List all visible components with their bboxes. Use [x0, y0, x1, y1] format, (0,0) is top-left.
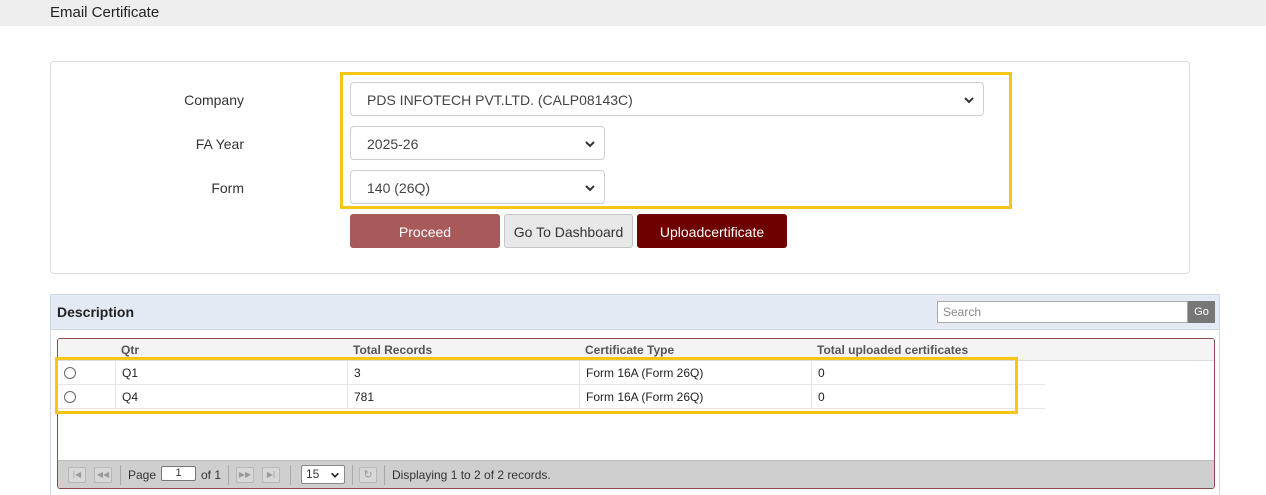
chevron-down-icon	[585, 185, 595, 192]
pager-divider	[228, 465, 229, 485]
cell-uploaded: 0	[811, 361, 1045, 385]
grid-caption: Description	[57, 304, 135, 320]
page-size-select[interactable]: 15	[301, 465, 345, 484]
upload-certificate-button[interactable]: Uploadcertificate	[637, 214, 787, 248]
fa-year-label: FA Year	[195, 136, 244, 152]
fa-year-select[interactable]: 2025-26	[350, 126, 605, 160]
proceed-button[interactable]: Proceed	[350, 214, 500, 248]
cell-qtr: Q1	[115, 361, 347, 385]
title-bar: Email Certificate	[0, 0, 1266, 26]
chevron-down-icon	[331, 472, 339, 478]
pager-divider	[352, 465, 353, 485]
search-go-button[interactable]: Go	[1188, 301, 1215, 323]
cell-uploaded: 0	[811, 385, 1045, 409]
fa-year-select-value: 2025-26	[367, 136, 419, 152]
prev-page-icon[interactable]: ◀◀	[94, 467, 112, 483]
cell-total-records: 3	[347, 361, 579, 385]
company-select-value: PDS INFOTECH PVT.LTD. (CALP08143C)	[367, 92, 633, 108]
go-to-dashboard-button[interactable]: Go To Dashboard	[504, 214, 633, 248]
cell-qtr: Q4	[115, 385, 347, 409]
first-page-icon[interactable]: |◀	[68, 467, 86, 483]
page-label: Page	[128, 468, 157, 482]
search-input[interactable]: Search	[937, 301, 1188, 323]
column-header-qtr[interactable]: Qtr	[121, 343, 139, 357]
company-label: Company	[184, 92, 244, 108]
page-size-value: 15	[306, 467, 320, 481]
chevron-down-icon	[964, 97, 974, 104]
form-label: Form	[211, 180, 244, 196]
grid-table: Qtr Total Records Certificate Type Total…	[57, 338, 1215, 489]
page-title: Email Certificate	[50, 4, 160, 21]
form-select[interactable]: 140 (26Q)	[350, 170, 605, 204]
form-select-value: 140 (26Q)	[367, 180, 431, 196]
column-header-uploaded[interactable]: Total uploaded certificates	[817, 343, 968, 357]
row-radio[interactable]	[64, 391, 76, 403]
grid-header: Description Search Go	[51, 295, 1219, 330]
pager: |◀ ◀◀ Page 1 of 1 ▶▶ ▶| 15 ↻ Displaying …	[58, 460, 1214, 488]
row-radio[interactable]	[64, 367, 76, 379]
refresh-icon[interactable]: ↻	[359, 467, 377, 483]
pager-status: Displaying 1 to 2 of 2 records.	[392, 468, 551, 482]
description-grid: Description Search Go Qtr Total Records …	[50, 294, 1220, 495]
cell-certificate-type: Form 16A (Form 26Q)	[579, 361, 811, 385]
page-count-label: of 1	[201, 468, 222, 482]
table-row[interactable]: Q4 781 Form 16A (Form 26Q) 0	[58, 385, 1045, 409]
search-placeholder: Search	[943, 305, 982, 319]
last-page-icon[interactable]: ▶|	[262, 467, 280, 483]
company-select[interactable]: PDS INFOTECH PVT.LTD. (CALP08143C)	[350, 82, 984, 116]
pager-divider	[120, 465, 121, 485]
cell-total-records: 781	[347, 385, 579, 409]
column-header-total-records[interactable]: Total Records	[353, 343, 432, 357]
next-page-icon[interactable]: ▶▶	[236, 467, 254, 483]
pager-divider	[384, 465, 385, 485]
column-header-certificate-type[interactable]: Certificate Type	[585, 343, 674, 357]
pager-divider	[290, 465, 291, 485]
table-row[interactable]: Q1 3 Form 16A (Form 26Q) 0	[58, 361, 1045, 385]
column-header-row: Qtr Total Records Certificate Type Total…	[58, 339, 1214, 361]
chevron-down-icon	[585, 141, 595, 148]
page-number-input[interactable]: 1	[161, 466, 196, 481]
cell-certificate-type: Form 16A (Form 26Q)	[579, 385, 811, 409]
